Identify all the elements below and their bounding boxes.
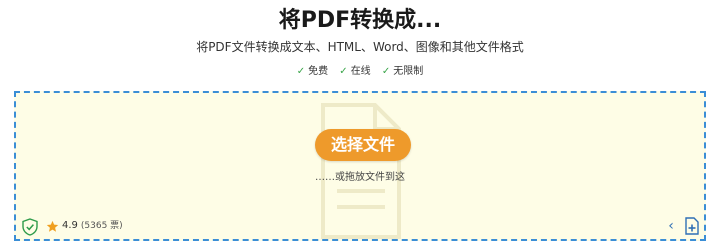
feature-list: ✓ 免费 ✓ 在线 ✓ 无限制	[0, 64, 720, 80]
choose-file-button[interactable]: 选择文件	[315, 129, 411, 161]
check-icon: ✓	[381, 66, 391, 77]
feature-online: ✓ 在线	[339, 64, 370, 80]
page-subtitle: 将PDF文件转换成文本、HTML、Word、图像和其他文件格式	[196, 40, 524, 54]
feature-unlimited: ✓ 无限制	[382, 64, 423, 80]
page-title: 将PDF转换成...	[278, 8, 442, 33]
feature-label: 无限制	[393, 66, 424, 77]
star-icon	[46, 220, 59, 232]
rating-display: 4.9 (5365 票)	[62, 219, 123, 233]
add-file-icon[interactable]	[684, 217, 700, 235]
check-icon: ✓	[296, 66, 306, 77]
chevron-left-icon[interactable]: ‹	[664, 218, 678, 234]
check-icon: ✓	[339, 66, 348, 77]
rating-value: 4.9	[62, 220, 78, 231]
feature-label: 在线	[350, 66, 371, 77]
feature-label: 免费	[308, 66, 329, 77]
shield-check-icon	[22, 218, 38, 236]
drop-hint-text: ……或拖放文件到这	[315, 172, 405, 183]
feature-free: ✓ 免费	[297, 64, 328, 80]
file-dropzone[interactable]: 选择文件 ……或拖放文件到这 4.9 (5365 票) ‹	[14, 91, 706, 241]
vote-count: (5365 票)	[80, 221, 123, 231]
